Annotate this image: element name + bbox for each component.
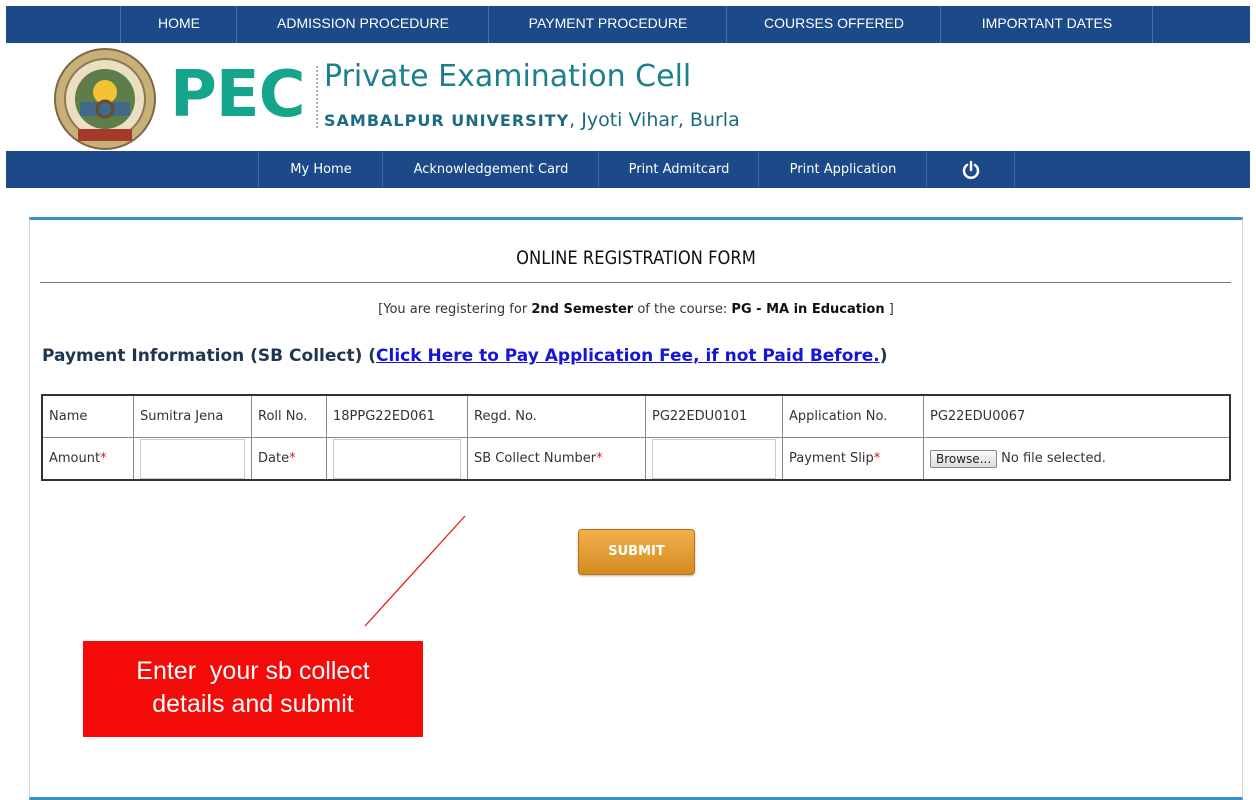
payment-heading-text: Payment Information (SB Collect) ( bbox=[42, 346, 377, 366]
callout-line-1: Enter your sb collect bbox=[136, 657, 370, 685]
name-label: Name bbox=[41, 394, 134, 438]
date-input[interactable] bbox=[333, 438, 461, 479]
registration-info: [You are registering for 2nd Semester of… bbox=[30, 302, 1242, 317]
regd-label: Regd. No. bbox=[467, 394, 646, 438]
sb-collect-label: SB Collect Number* bbox=[467, 437, 646, 481]
required-mark: * bbox=[596, 451, 603, 466]
nav-courses-offered[interactable]: COURSES OFFERED bbox=[726, 6, 941, 43]
sb-label-text: SB Collect Number bbox=[474, 451, 597, 466]
reg-prefix: [You are registering for bbox=[378, 302, 532, 317]
nav-important-dates[interactable]: IMPORTANT DATES bbox=[940, 6, 1153, 43]
required-mark: * bbox=[100, 451, 107, 466]
university-seal-logo bbox=[50, 47, 160, 151]
roll-value: 18PPG22ED061 bbox=[326, 394, 468, 438]
title-divider bbox=[40, 282, 1231, 283]
amount-input[interactable] bbox=[140, 438, 245, 479]
amount-label-text: Amount bbox=[49, 451, 101, 466]
form-title: ONLINE REGISTRATION FORM bbox=[516, 247, 756, 269]
brand-divider bbox=[316, 66, 318, 128]
user-nav: My Home Acknowledgement Card Print Admit… bbox=[6, 151, 1250, 188]
submit-button[interactable]: SUBMIT bbox=[578, 529, 695, 575]
date-label-text: Date bbox=[258, 451, 290, 466]
brand-pec-logo: PEC bbox=[170, 58, 306, 132]
reg-mid: of the course: bbox=[633, 302, 732, 317]
date-label: Date* bbox=[251, 437, 327, 481]
nav-divider bbox=[1152, 6, 1153, 43]
nav-my-home[interactable]: My Home bbox=[258, 151, 383, 188]
brand-title: Private Examination Cell bbox=[324, 59, 692, 94]
name-value: Sumitra Jena bbox=[133, 394, 252, 438]
nav-home[interactable]: HOME bbox=[120, 6, 237, 43]
regd-value: PG22EDU0101 bbox=[645, 394, 783, 438]
course-value: PG - MA in Education bbox=[731, 302, 885, 317]
date-cell bbox=[326, 437, 468, 481]
application-value: PG22EDU0067 bbox=[923, 394, 1231, 438]
sb-collect-cell bbox=[645, 437, 783, 481]
brand-subtitle: SAMBALPUR UNIVERSITY, Jyoti Vihar, Burla bbox=[324, 105, 740, 136]
required-mark: * bbox=[289, 451, 296, 466]
reg-suffix: ] bbox=[884, 302, 894, 317]
roll-label: Roll No. bbox=[251, 394, 327, 438]
slip-label-text: Payment Slip bbox=[789, 451, 874, 466]
semester-value: 2nd Semester bbox=[531, 302, 634, 317]
payment-heading: Payment Information (SB Collect) (Click … bbox=[42, 346, 888, 366]
callout-line-2: details and submit bbox=[152, 690, 354, 718]
file-status: No file selected. bbox=[1001, 451, 1106, 466]
nav-acknowledgement-card[interactable]: Acknowledgement Card bbox=[382, 151, 599, 188]
payment-table: Name Sumitra Jena Roll No. 18PPG22ED061 … bbox=[41, 394, 1231, 481]
sb-collect-input[interactable] bbox=[652, 438, 776, 479]
nav-print-application[interactable]: Print Application bbox=[758, 151, 927, 188]
brand-university: SAMBALPUR UNIVERSITY bbox=[324, 111, 570, 130]
payment-heading-end: ) bbox=[879, 346, 888, 366]
annotation-callout: Enter your sb collect details and submit bbox=[83, 641, 423, 737]
payment-slip-label: Payment Slip* bbox=[782, 437, 924, 481]
brand-location: , Jyoti Vihar, Burla bbox=[569, 109, 740, 131]
nav-admission-procedure[interactable]: ADMISSION PROCEDURE bbox=[236, 6, 489, 43]
pay-fee-link[interactable]: Click Here to Pay Application Fee, if no… bbox=[376, 346, 880, 366]
logout-button[interactable] bbox=[926, 151, 1015, 188]
nav-payment-procedure[interactable]: PAYMENT PROCEDURE bbox=[488, 6, 727, 43]
power-icon bbox=[962, 160, 980, 179]
top-nav: HOME ADMISSION PROCEDURE PAYMENT PROCEDU… bbox=[6, 6, 1250, 43]
amount-cell bbox=[133, 437, 252, 481]
nav-divider bbox=[1014, 151, 1015, 188]
payment-slip-cell: Browse... No file selected. bbox=[923, 437, 1231, 481]
table-row: Amount* Date* SB Collect Number* Payment… bbox=[41, 437, 1231, 481]
browse-button[interactable]: Browse... bbox=[930, 449, 998, 468]
required-mark: * bbox=[873, 451, 881, 466]
amount-label: Amount* bbox=[41, 437, 134, 481]
nav-print-admitcard[interactable]: Print Admitcard bbox=[598, 151, 759, 188]
table-row: Name Sumitra Jena Roll No. 18PPG22ED061 … bbox=[41, 394, 1231, 438]
application-label: Application No. bbox=[782, 394, 924, 438]
